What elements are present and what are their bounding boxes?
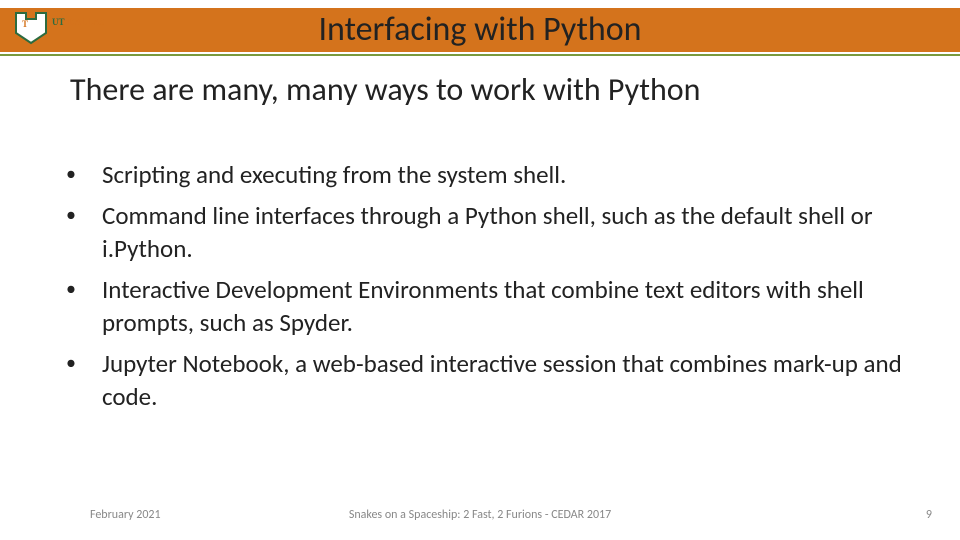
bullet-text: Command line interfaces through a Python… <box>102 199 930 265</box>
footer-center: Snakes on a Spaceship: 2 Fast, 2 Furions… <box>0 508 960 522</box>
ut-dallas-logo: T UT DALLAS <box>14 10 124 46</box>
slide-subtitle: There are many, many ways to work with P… <box>70 70 920 109</box>
title-underline <box>0 54 960 56</box>
svg-text:UT: UT <box>52 17 65 27</box>
svg-text:T: T <box>22 19 28 29</box>
bullet-icon: • <box>60 158 102 191</box>
svg-text:DALLAS: DALLAS <box>68 17 105 27</box>
bullet-icon: • <box>60 347 102 413</box>
bullet-icon: • <box>60 273 102 339</box>
bullet-text: Interactive Development Environments tha… <box>102 273 930 339</box>
list-item: • Command line interfaces through a Pyth… <box>60 199 930 265</box>
slide: Interfacing with Python T UT DALLAS Ther… <box>0 0 960 540</box>
list-item: • Jupyter Notebook, a web-based interact… <box>60 347 930 413</box>
bullet-text: Scripting and executing from the system … <box>102 158 930 191</box>
list-item: • Scripting and executing from the syste… <box>60 158 930 191</box>
bullet-icon: • <box>60 199 102 265</box>
title-band: Interfacing with Python <box>0 8 960 52</box>
page-number: 9 <box>926 508 932 522</box>
bullet-list: • Scripting and executing from the syste… <box>60 158 930 421</box>
slide-title: Interfacing with Python <box>0 8 960 52</box>
list-item: • Interactive Development Environments t… <box>60 273 930 339</box>
slide-footer: February 2021 Snakes on a Spaceship: 2 F… <box>0 508 960 528</box>
bullet-text: Jupyter Notebook, a web-based interactiv… <box>102 347 930 413</box>
